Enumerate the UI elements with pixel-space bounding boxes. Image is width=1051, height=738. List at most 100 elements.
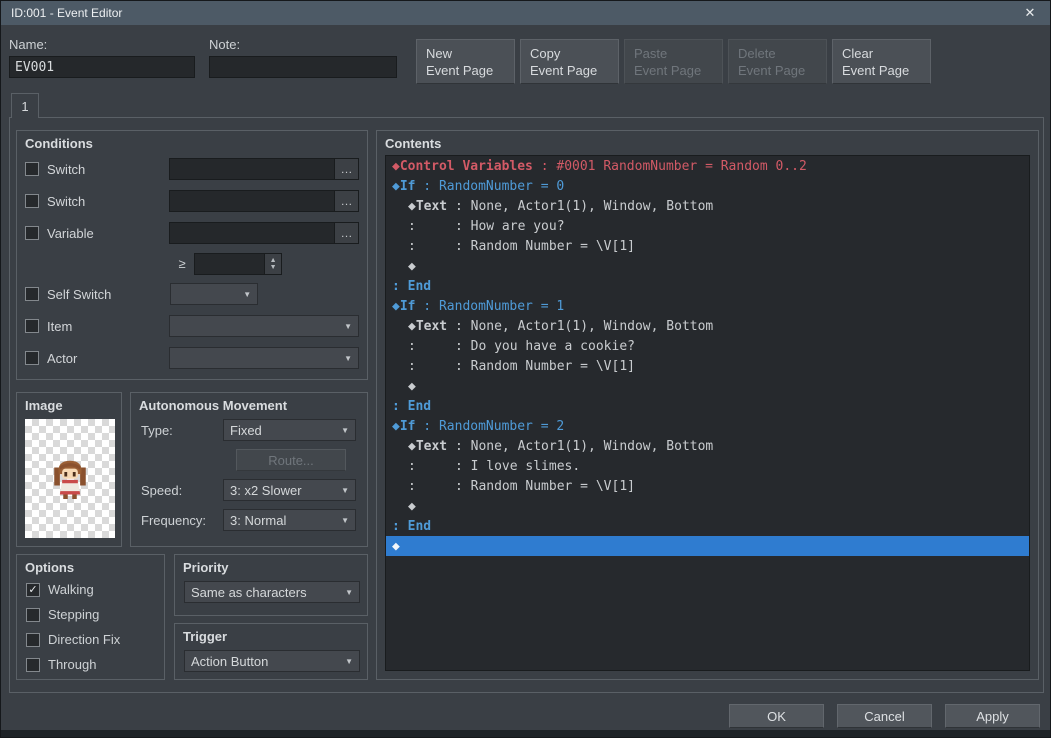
spin-up-icon[interactable]: ▲ — [270, 257, 277, 264]
priority-select[interactable]: Same as characters ▼ — [184, 581, 360, 603]
event-command-line[interactable]: : End — [386, 276, 1029, 296]
switch2-input[interactable] — [169, 190, 335, 212]
movement-speed-row: Speed: 3: x2 Slower ▼ — [131, 475, 367, 505]
chevron-down-icon: ▼ — [345, 587, 353, 597]
variable-more-button[interactable]: … — [335, 222, 359, 244]
event-command-line[interactable]: ◆ — [386, 536, 1029, 556]
event-command-line[interactable]: ◆If : RandomNumber = 0 — [386, 176, 1029, 196]
event-command-line[interactable]: : : I love slimes. — [386, 456, 1029, 476]
event-command-line[interactable]: : : Do you have a cookie? — [386, 336, 1029, 356]
movement-frequency-row: Frequency: 3: Normal ▼ — [131, 505, 367, 535]
character-sprite — [54, 460, 86, 499]
options-group: Options Walking Stepping Direction Fix T… — [16, 554, 165, 680]
image-preview[interactable] — [25, 419, 115, 538]
item-select[interactable]: ▼ — [169, 315, 359, 337]
image-title: Image — [25, 398, 63, 413]
movement-type-select[interactable]: Fixed ▼ — [223, 419, 356, 441]
variable-input[interactable] — [169, 222, 335, 244]
walking-checkbox[interactable] — [26, 582, 40, 597]
titlebar[interactable]: ID:001 - Event Editor ✕ — [1, 1, 1050, 25]
switch1-row: Switch … — [17, 153, 367, 185]
window-title: ID:001 - Event Editor — [11, 6, 123, 20]
ok-button[interactable]: OK — [729, 704, 824, 728]
actor-checkbox[interactable] — [25, 351, 39, 365]
event-command-line[interactable]: ◆Control Variables : #0001 RandomNumber … — [386, 156, 1029, 176]
note-input[interactable] — [209, 56, 397, 78]
event-command-list[interactable]: ◆Control Variables : #0001 RandomNumber … — [385, 155, 1030, 671]
event-command-line[interactable]: ◆ — [386, 256, 1029, 276]
switch1-input[interactable] — [169, 158, 335, 180]
priority-group: Priority Same as characters ▼ — [174, 554, 368, 616]
event-command-line[interactable]: ◆Text : None, Actor1(1), Window, Bottom — [386, 436, 1029, 456]
movement-route-row: Route... — [131, 445, 367, 475]
paste-event-page-button: Paste Event Page — [624, 39, 723, 84]
note-field-group: Note: — [209, 37, 397, 78]
event-command-line[interactable]: : : Random Number = \V[1] — [386, 236, 1029, 256]
conditions-title: Conditions — [25, 136, 93, 151]
switch1-more-button[interactable]: … — [335, 158, 359, 180]
priority-title: Priority — [183, 560, 229, 575]
cancel-button[interactable]: Cancel — [837, 704, 932, 728]
chevron-down-icon: ▼ — [344, 353, 352, 363]
through-checkbox[interactable] — [26, 657, 40, 672]
spin-down-icon[interactable]: ▼ — [270, 264, 277, 271]
variable-threshold-row: ≥ ▲ ▼ — [17, 249, 367, 278]
switch1-checkbox[interactable] — [25, 162, 39, 176]
new-event-page-button[interactable]: New Event Page — [416, 39, 515, 84]
event-command-line[interactable]: ◆ — [386, 496, 1029, 516]
variable-checkbox[interactable] — [25, 226, 39, 240]
option-stepping[interactable]: Stepping — [17, 602, 164, 627]
event-page-panel: Conditions Switch … Switch … Variable … … — [9, 117, 1044, 693]
option-direction-fix[interactable]: Direction Fix — [17, 627, 164, 652]
trigger-select[interactable]: Action Button ▼ — [184, 650, 360, 672]
clear-event-page-button[interactable]: Clear Event Page — [832, 39, 931, 84]
event-command-line[interactable]: : : Random Number = \V[1] — [386, 476, 1029, 496]
page-button-bar: New Event Page Copy Event Page Paste Eve… — [416, 39, 931, 84]
option-through[interactable]: Through — [17, 652, 164, 677]
movement-speed-select[interactable]: 3: x2 Slower ▼ — [223, 479, 356, 501]
chevron-down-icon: ▼ — [345, 656, 353, 666]
event-command-line[interactable]: : : Random Number = \V[1] — [386, 356, 1029, 376]
chevron-down-icon: ▼ — [341, 485, 349, 495]
copy-event-page-button[interactable]: Copy Event Page — [520, 39, 619, 84]
window-bottom-edge — [1, 730, 1050, 737]
variable-row: Variable … — [17, 217, 367, 249]
chevron-down-icon: ▼ — [341, 425, 349, 435]
event-command-line[interactable]: : End — [386, 396, 1029, 416]
chevron-down-icon: ▼ — [344, 321, 352, 331]
apply-button[interactable]: Apply — [945, 704, 1040, 728]
trigger-group: Trigger Action Button ▼ — [174, 623, 368, 680]
close-icon[interactable]: ✕ — [1020, 5, 1040, 21]
contents-title: Contents — [385, 136, 442, 151]
actor-select[interactable]: ▼ — [169, 347, 359, 369]
stepping-checkbox[interactable] — [26, 607, 40, 622]
speed-label: Speed: — [141, 482, 183, 498]
self-switch-select[interactable]: ▼ — [170, 283, 259, 305]
variable-threshold-input[interactable] — [194, 252, 266, 275]
event-editor-window: ID:001 - Event Editor ✕ Name: Note: New … — [0, 0, 1051, 738]
switch2-more-button[interactable]: … — [335, 190, 359, 212]
event-command-line[interactable]: ◆If : RandomNumber = 2 — [386, 416, 1029, 436]
event-command-line[interactable]: ◆Text : None, Actor1(1), Window, Bottom — [386, 316, 1029, 336]
option-walking[interactable]: Walking — [17, 577, 164, 602]
event-command-line[interactable]: : : How are you? — [386, 216, 1029, 236]
chevron-down-icon: ▼ — [243, 289, 252, 299]
self-switch-checkbox[interactable] — [25, 287, 39, 301]
event-command-line[interactable]: ◆If : RandomNumber = 1 — [386, 296, 1029, 316]
event-command-line[interactable]: : End — [386, 516, 1029, 536]
movement-type-row: Type: Fixed ▼ — [131, 415, 367, 445]
direction-fix-checkbox[interactable] — [26, 632, 40, 647]
page-tab-1[interactable]: 1 — [11, 93, 39, 118]
event-command-line[interactable]: ◆ — [386, 376, 1029, 396]
conditions-group: Conditions Switch … Switch … Variable … … — [16, 130, 368, 380]
event-command-line[interactable]: ◆Text : None, Actor1(1), Window, Bottom — [386, 196, 1029, 216]
name-input[interactable] — [9, 56, 195, 78]
item-label: Item — [47, 318, 73, 334]
item-checkbox[interactable] — [25, 319, 39, 333]
note-label: Note: — [209, 37, 241, 52]
movement-frequency-select[interactable]: 3: Normal ▼ — [223, 509, 356, 531]
switch2-row: Switch … — [17, 185, 367, 217]
self-switch-label: Self Switch — [47, 286, 112, 302]
switch2-checkbox[interactable] — [25, 194, 39, 208]
item-row: Item ▼ — [17, 310, 367, 342]
